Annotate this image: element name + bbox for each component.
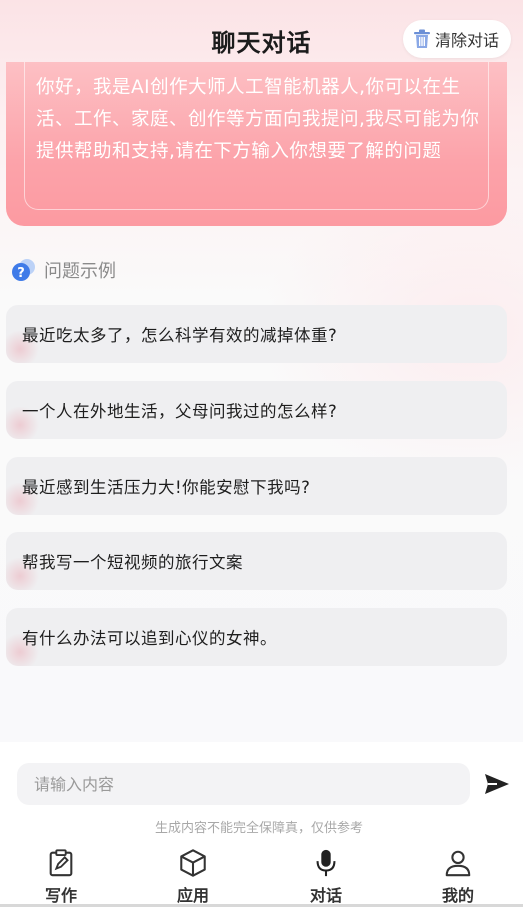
tab-label: 我的 bbox=[441, 886, 474, 905]
example-question-4[interactable]: 帮我写一个短视频的旅行文案 bbox=[6, 532, 507, 590]
example-question-2[interactable]: 一个人在外地生活，父母问我过的怎么样? bbox=[6, 381, 507, 439]
cube-icon bbox=[180, 849, 206, 877]
help-bubble-icon: ? bbox=[12, 259, 35, 281]
user-icon bbox=[445, 850, 471, 877]
example-question-5[interactable]: 有什么办法可以追到心仪的女神。 bbox=[6, 608, 507, 666]
example-question-text: 有什么办法可以追到心仪的女神。 bbox=[22, 629, 277, 648]
example-question-text: 一个人在外地生活，父母问我过的怎么样? bbox=[22, 402, 338, 421]
tab-writing[interactable]: 写作 bbox=[11, 848, 111, 906]
tab-label: 对话 bbox=[309, 886, 342, 905]
clear-chat-label: 清除对话 bbox=[434, 31, 499, 50]
page-title: 聊天对话 bbox=[211, 28, 312, 57]
examples-title: 问题示例 bbox=[44, 261, 116, 282]
trash-icon bbox=[413, 29, 430, 48]
tab-apps[interactable]: 应用 bbox=[143, 848, 243, 906]
composer: 生成内容不能完全保障真，仅供参考 bbox=[0, 742, 523, 842]
welcome-message: 你好，我是AI创作大师人工智能机器人,你可以在生活、工作、家庭、创作等方面向我提… bbox=[36, 77, 480, 162]
message-input[interactable] bbox=[17, 763, 470, 805]
example-question-text: 帮我写一个短视频的旅行文案 bbox=[22, 553, 243, 572]
send-icon[interactable] bbox=[484, 772, 510, 796]
example-question-3[interactable]: 最近感到生活压力大!你能安慰下我吗? bbox=[6, 457, 507, 515]
example-question-text: 最近感到生活压力大!你能安慰下我吗? bbox=[22, 478, 311, 497]
example-question-text: 最近吃太多了，怎么科学有效的减掉体重? bbox=[22, 326, 338, 345]
microphone-icon bbox=[316, 849, 336, 877]
example-question-1[interactable]: 最近吃太多了，怎么科学有效的减掉体重? bbox=[6, 305, 507, 363]
tab-label: 应用 bbox=[176, 886, 209, 905]
disclaimer-text: 生成内容不能完全保障真，仅供参考 bbox=[154, 821, 363, 836]
clipboard-edit-icon bbox=[49, 849, 73, 877]
clear-chat-button[interactable]: 清除对话 bbox=[402, 20, 511, 58]
tab-chat[interactable]: 对话 bbox=[276, 848, 376, 906]
tab-label: 写作 bbox=[44, 886, 77, 905]
tab-profile[interactable]: 我的 bbox=[408, 848, 508, 906]
bottom-tab-bar: 写作 应用 对话 我的 bbox=[0, 842, 523, 907]
examples-heading: ? 问题示例 bbox=[10, 255, 116, 285]
svg-text:?: ? bbox=[17, 266, 25, 281]
